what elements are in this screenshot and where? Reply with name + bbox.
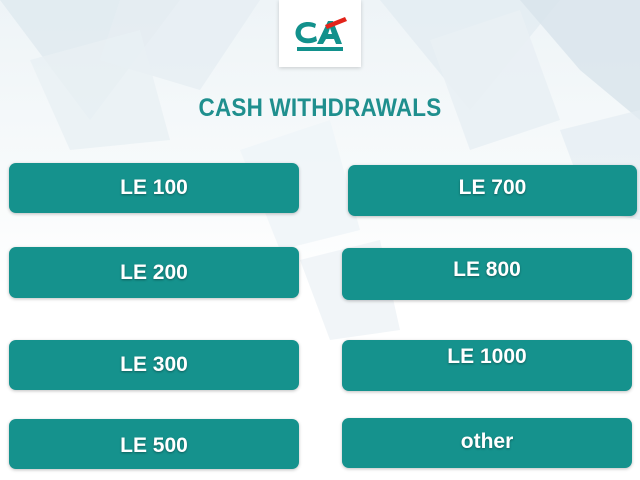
amount-label: LE 200 (120, 260, 188, 284)
amount-label: LE 1000 (447, 345, 527, 368)
amount-button-le-800[interactable]: LE 800 (342, 248, 632, 300)
background (0, 0, 640, 480)
amount-label: LE 300 (120, 353, 188, 376)
amount-label: LE 700 (458, 175, 527, 199)
amount-label: LE 800 (453, 258, 521, 281)
amount-label: LE 500 (120, 434, 188, 457)
amount-button-le-700[interactable]: LE 700 (348, 165, 637, 216)
bank-logo (279, 0, 361, 67)
page-title: CASH WITHDRAWALS (198, 94, 442, 122)
background-pattern (0, 0, 640, 340)
amount-button-le-1000[interactable]: LE 1000 (342, 340, 632, 391)
amount-button-le-300[interactable]: LE 300 (9, 340, 299, 390)
amount-label: LE 100 (120, 176, 188, 199)
amount-button-other[interactable]: other (342, 418, 632, 468)
amount-button-le-500[interactable]: LE 500 (9, 419, 299, 469)
credit-agricole-logo-icon (295, 16, 347, 51)
amount-button-le-100[interactable]: LE 100 (9, 163, 299, 213)
amount-label: other (460, 430, 514, 453)
amount-button-le-200[interactable]: LE 200 (9, 247, 299, 298)
